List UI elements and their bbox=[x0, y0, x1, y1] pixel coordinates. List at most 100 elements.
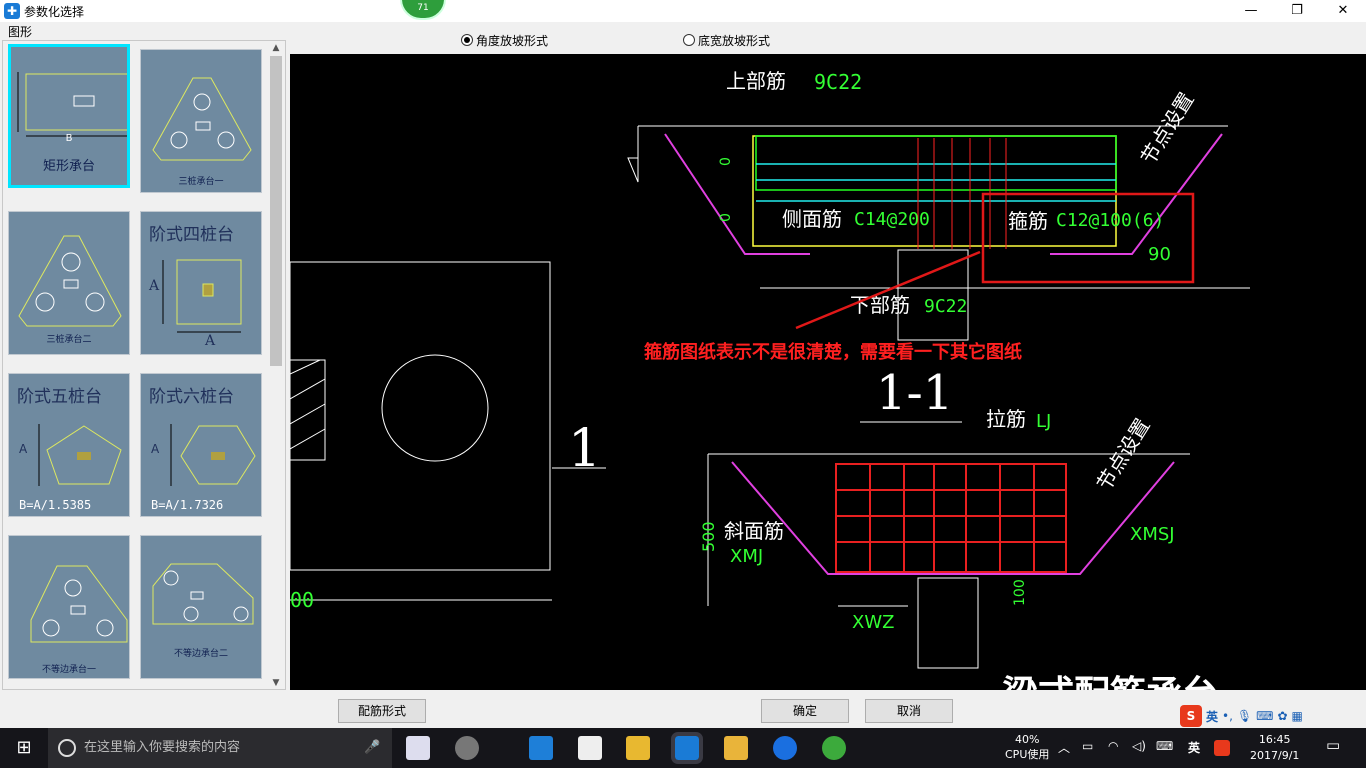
date: 2017/9/1 bbox=[1250, 749, 1300, 762]
four-pile-icon bbox=[162, 259, 242, 333]
shape-dim: A bbox=[149, 278, 160, 294]
store-icon[interactable] bbox=[578, 736, 602, 760]
node-setting-label: 节点设置 bbox=[1136, 88, 1199, 169]
shape-item-unequal-1[interactable]: 不等边承台一 bbox=[8, 535, 130, 679]
annotation-text: 箍筋图纸表示不是很清楚，需要看一下其它图纸 bbox=[644, 341, 1022, 363]
section-mark: 1 bbox=[568, 419, 601, 479]
shape-item-three-pile-2[interactable]: 三桩承台二 bbox=[8, 211, 130, 355]
close-button[interactable]: ✕ bbox=[1320, 0, 1366, 22]
cpu-meter[interactable]: 40% CPU使用 bbox=[1005, 732, 1049, 762]
shape-label: 图形 bbox=[8, 25, 33, 39]
battery-icon[interactable]: ▭ bbox=[1082, 739, 1093, 753]
highlight-box bbox=[981, 192, 1195, 284]
notepad-icon[interactable] bbox=[724, 736, 748, 760]
radio-label: 底宽放坡形式 bbox=[698, 34, 771, 48]
shape-item-six-pile[interactable]: 阶式六桩台 A B=A/1.7326 bbox=[140, 373, 262, 517]
scrollbar-thumb[interactable] bbox=[270, 56, 282, 366]
tray-chevron-icon[interactable]: ︿ bbox=[1058, 739, 1070, 756]
clock[interactable]: 16:45 2017/9/1 bbox=[1250, 732, 1299, 764]
slope-mode-bar bbox=[290, 28, 1366, 52]
radio-angle-slope[interactable]: 角度放坡形式 bbox=[461, 32, 548, 49]
cancel-button[interactable]: 取消 bbox=[865, 699, 953, 723]
shape-item-unequal-2[interactable]: 不等边承台二 bbox=[140, 535, 262, 679]
input-lang[interactable]: 英 bbox=[1188, 739, 1200, 756]
stirrup-value: C12@100(6) bbox=[1056, 210, 1164, 231]
section-title: 1-1 bbox=[876, 365, 953, 421]
windows-start-icon[interactable]: ⊞ bbox=[0, 728, 48, 768]
shape-caption: 三桩承台一 bbox=[178, 177, 224, 187]
ime-toolbar[interactable]: S 英 •, 🎙 ⌨ ✿ ▦ bbox=[1180, 703, 1303, 729]
slope-rebar-label: 斜面筋 bbox=[724, 519, 784, 543]
shape-item-rect[interactable]: B 矩形承台 bbox=[8, 44, 130, 188]
shape-formula: B=A/1.7326 bbox=[151, 498, 224, 512]
ok-button[interactable]: 确定 bbox=[761, 699, 849, 723]
side-rebar-value: C14@200 bbox=[854, 209, 930, 230]
cad-preview: 1 00 上部筋 9C22 侧面筋 C14@200 箍筋 C12@100(6) … bbox=[290, 54, 1366, 690]
title-bar bbox=[0, 0, 1366, 22]
dim-text: 0 bbox=[718, 157, 734, 166]
ime-lang[interactable]: 英 bbox=[1206, 708, 1218, 725]
pinwheel-app-icon[interactable] bbox=[406, 736, 430, 760]
microphone-icon[interactable]: 🎤 bbox=[364, 728, 380, 768]
refresh-app-icon[interactable] bbox=[822, 736, 846, 760]
xwz-label: XWZ bbox=[852, 612, 894, 633]
stirrup-label: 箍筋 bbox=[1008, 209, 1048, 233]
shape-caption: 不等边承台一 bbox=[41, 665, 96, 675]
notification-icon[interactable]: ▭ bbox=[1326, 736, 1340, 754]
wifi-icon[interactable]: ◠ bbox=[1108, 739, 1118, 753]
sogou-tray-icon[interactable] bbox=[1214, 740, 1230, 756]
shape-item-five-pile[interactable]: 阶式五桩台 A B=A/1.5385 bbox=[8, 373, 130, 517]
dim-500: 500 bbox=[699, 521, 718, 552]
top-rebar-value: 9C22 bbox=[814, 70, 862, 94]
edge-icon[interactable] bbox=[529, 736, 553, 760]
skin-icon[interactable]: ✿ bbox=[1277, 709, 1287, 723]
app-icon: ✚ bbox=[4, 3, 20, 19]
scroll-down-icon[interactable]: ▼ bbox=[268, 678, 284, 688]
time: 16:45 bbox=[1258, 733, 1291, 746]
sogou-logo-icon: S bbox=[1180, 705, 1202, 727]
mic-icon[interactable]: 🎙 bbox=[1237, 709, 1252, 723]
volume-icon[interactable]: ◁) bbox=[1132, 739, 1146, 753]
browser-icon[interactable] bbox=[773, 736, 797, 760]
shape-item-four-pile[interactable]: 阶式四桩台 A A bbox=[140, 211, 262, 355]
bottom-rebar-value: 9C22 bbox=[924, 296, 967, 317]
minimize-button[interactable]: — bbox=[1228, 0, 1274, 22]
shape-formula: B=A/1.5385 bbox=[19, 498, 92, 512]
shape-dim: A bbox=[151, 442, 160, 456]
three-pile-icon bbox=[152, 77, 252, 161]
taskbar-search[interactable]: 在这里输入你要搜索的内容 🎤 bbox=[48, 728, 392, 768]
shape-caption: 三桩承台二 bbox=[46, 335, 92, 345]
shape-dim: A bbox=[19, 442, 28, 456]
radio-dot-icon bbox=[461, 34, 473, 46]
rebar-form-button[interactable]: 配筋形式 bbox=[338, 699, 426, 723]
shape-dim: B bbox=[65, 133, 73, 144]
keyboard-icon[interactable]: ⌨ bbox=[1256, 709, 1273, 723]
shape-dim-bottom: A bbox=[205, 333, 216, 349]
file-explorer-icon[interactable] bbox=[626, 736, 650, 760]
scroll-up-icon[interactable]: ▲ bbox=[268, 43, 284, 53]
bottom-rebar-label: 下部筋 bbox=[850, 293, 910, 317]
tie-rebar-label: 拉筋 bbox=[986, 407, 1026, 431]
radio-width-slope[interactable]: 底宽放坡形式 bbox=[683, 32, 770, 49]
maximize-button[interactable]: ❐ bbox=[1274, 0, 1320, 22]
cad-drawing: 1 00 上部筋 9C22 侧面筋 C14@200 箍筋 C12@100(6) … bbox=[290, 69, 1250, 690]
top-rebar-label: 上部筋 bbox=[726, 69, 786, 93]
spiral-app-icon[interactable] bbox=[455, 736, 479, 760]
tie-rebar-value: LJ bbox=[1036, 411, 1051, 432]
shape-caption: 矩形承台 bbox=[42, 159, 95, 174]
radio-dot-icon bbox=[683, 34, 695, 46]
slope-rebar-value: XMJ bbox=[730, 546, 763, 567]
side-rebar-label: 侧面筋 bbox=[782, 207, 842, 231]
dim-text: 0 bbox=[718, 213, 734, 222]
shape-item-three-pile-1[interactable]: 三桩承台一 bbox=[140, 49, 262, 193]
search-placeholder: 在这里输入你要搜索的内容 bbox=[84, 740, 241, 755]
xmsj-label: XMSJ bbox=[1130, 524, 1175, 545]
glodon-app-icon[interactable] bbox=[671, 732, 703, 764]
punct-icon[interactable]: •, bbox=[1222, 709, 1233, 723]
shape-caption: 不等边承台二 bbox=[173, 649, 228, 659]
keyboard-tray-icon[interactable]: ⌨ bbox=[1156, 739, 1173, 753]
unequal-cap-icon bbox=[30, 565, 128, 643]
bottom-title: 梁式配筋承台 bbox=[1002, 674, 1218, 690]
dim-100: 100 bbox=[1012, 579, 1028, 606]
toolbox-icon[interactable]: ▦ bbox=[1292, 709, 1303, 723]
